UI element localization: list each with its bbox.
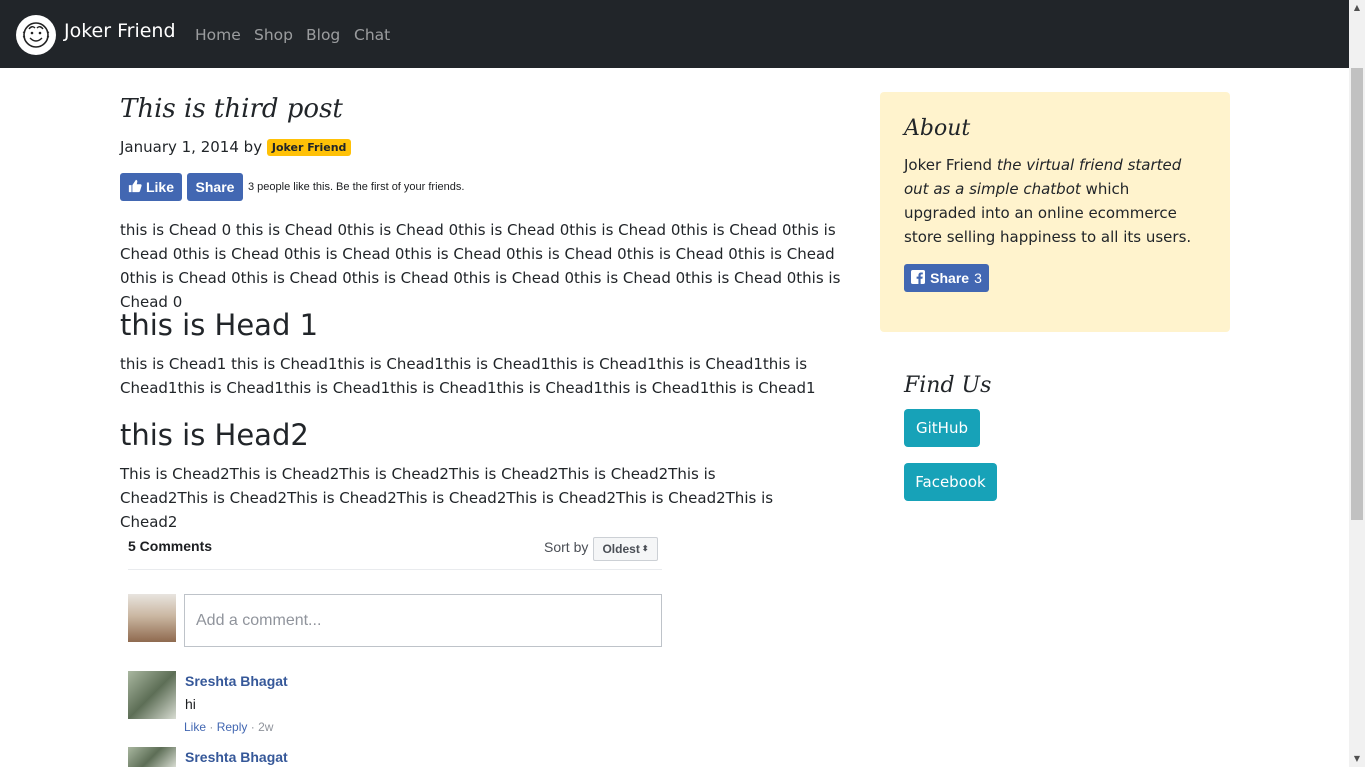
comment-avatar[interactable] — [128, 671, 176, 719]
comment-author[interactable]: Sreshta Bhagat — [185, 749, 288, 765]
post-paragraph-2: This is Chead2This is Chead2This is Chea… — [120, 465, 774, 531]
post-heading-1: this is Head 1 — [120, 308, 319, 342]
scroll-down-arrow-icon[interactable]: ▼ — [1349, 751, 1365, 767]
comment-actions: Like · Reply · 2w — [184, 720, 274, 734]
post-by: by — [243, 138, 263, 156]
fb-share-label: Share — [195, 179, 235, 195]
post-heading-2: this is Head2 — [120, 418, 309, 452]
about-title: About — [904, 116, 971, 141]
comment-author[interactable]: Sreshta Bhagat — [185, 673, 288, 689]
comment-placeholder: Add a comment... — [196, 611, 322, 629]
share-count: 3 — [974, 270, 982, 286]
navbar: Joker Friend Home Shop Blog Chat — [0, 0, 1349, 68]
comment-avatar[interactable] — [128, 747, 176, 767]
about-text: Joker Friend the virtual friend started … — [904, 153, 1204, 249]
post-date: January 1, 2014 — [120, 138, 239, 156]
facebook-button[interactable]: Facebook — [904, 463, 997, 501]
sort-select[interactable]: Oldest ⬍ — [593, 537, 658, 561]
brand-name[interactable]: Joker Friend — [64, 20, 176, 42]
comment-like-link[interactable]: Like — [184, 720, 206, 734]
share-label: Share — [930, 270, 970, 286]
fb-share-button[interactable]: Share — [187, 173, 243, 201]
fb-like-label: Like — [145, 179, 174, 195]
nav-chat[interactable]: Chat — [354, 26, 390, 44]
scroll-up-arrow-icon[interactable]: ▲ — [1349, 0, 1365, 16]
page-scrollbar[interactable]: ▲ ▼ — [1349, 0, 1365, 767]
fb-like-button[interactable]: Like — [120, 173, 182, 201]
comment-input[interactable]: Add a comment... — [184, 594, 662, 647]
scroll-thumb[interactable] — [1351, 68, 1363, 520]
findus-title: Find Us — [904, 373, 992, 398]
comment-text: hi — [185, 696, 196, 712]
sort-arrows-icon: ⬍ — [641, 544, 649, 553]
github-button[interactable]: GitHub — [904, 409, 980, 447]
smiley-face-icon[interactable] — [16, 15, 56, 55]
nav-blog[interactable]: Blog — [306, 26, 340, 44]
fb-like-summary: 3 people like this. Be the first of your… — [248, 181, 465, 193]
comment-reply-link[interactable]: Reply — [217, 720, 248, 734]
facebook-f-icon — [911, 269, 926, 287]
author-badge[interactable]: Joker Friend — [266, 139, 352, 156]
post-meta: January 1, 2014 by Joker Friend — [120, 138, 352, 156]
nav-shop[interactable]: Shop — [254, 26, 293, 44]
about-brand: Joker Friend — [904, 156, 993, 174]
post-paragraph-0: this is Chead 0 this is Chead 0this is C… — [120, 221, 841, 311]
comments-count: 5 Comments — [128, 538, 213, 554]
comment-time[interactable]: 2w — [258, 720, 273, 734]
sort-label: Sort by — [544, 539, 589, 555]
post-paragraph-1: this is Chead1 this is Chead1this is Che… — [120, 355, 816, 397]
post-title: This is third post — [120, 94, 343, 124]
avatar — [128, 594, 176, 642]
comments-divider — [128, 569, 662, 570]
thumbs-up-icon — [128, 179, 142, 196]
nav-home[interactable]: Home — [195, 26, 241, 44]
sort-value: Oldest — [602, 542, 640, 556]
fb-share-count-button[interactable]: Share 3 — [904, 264, 989, 292]
